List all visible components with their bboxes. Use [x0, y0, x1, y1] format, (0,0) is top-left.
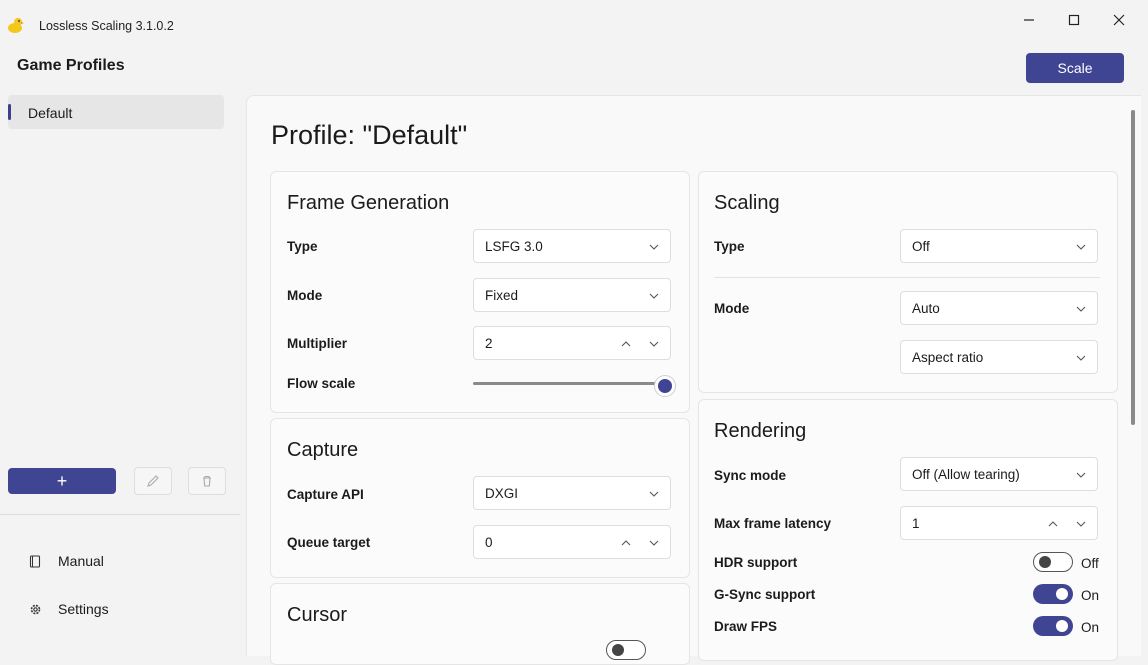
toggle-knob	[1056, 620, 1068, 632]
page-title: Profile: "Default"	[271, 120, 468, 150]
max-frame-latency-value: 1	[912, 516, 920, 531]
nav-manual[interactable]: Manual	[28, 553, 104, 569]
nav-settings-label: Settings	[58, 601, 109, 617]
chevron-down-icon	[1076, 244, 1086, 250]
aspect-ratio-value: Aspect ratio	[912, 350, 984, 365]
capture-api-label: Capture API	[287, 487, 364, 502]
fg-mode-dropdown[interactable]: Fixed	[473, 278, 671, 312]
sidebar-title: Game Profiles	[17, 57, 125, 74]
pencil-icon	[147, 475, 159, 487]
flow-scale-slider-track[interactable]	[473, 382, 661, 385]
chevron-down-icon	[649, 244, 659, 250]
book-icon	[28, 554, 42, 568]
scaling-mode-dropdown[interactable]: Auto	[900, 291, 1098, 325]
scaling-type-label: Type	[714, 239, 745, 254]
chevron-up-icon[interactable]	[1047, 518, 1059, 530]
nav-settings[interactable]: Settings	[28, 601, 109, 617]
fg-type-value: LSFG 3.0	[485, 239, 543, 254]
scaling-mode-label: Mode	[714, 301, 750, 316]
fg-multiplier-label: Multiplier	[287, 336, 347, 351]
sync-mode-label: Sync mode	[714, 468, 787, 483]
toggle-knob	[1056, 588, 1068, 600]
scaling-type-dropdown[interactable]: Off	[900, 229, 1098, 263]
window-title: Lossless Scaling 3.1.0.2	[39, 19, 174, 33]
max-frame-latency-label: Max frame latency	[714, 516, 832, 531]
queue-target-stepper[interactable]: 0	[473, 525, 671, 559]
draw-fps-label: Draw FPS	[714, 619, 778, 634]
toggle-knob	[1039, 556, 1051, 568]
hdr-support-state: Off	[1081, 556, 1099, 571]
fg-multiplier-value: 2	[485, 336, 493, 351]
fg-mode-label: Mode	[287, 288, 323, 303]
vertical-scrollbar[interactable]	[1131, 110, 1135, 425]
scaling-title: Scaling	[714, 192, 780, 214]
toggle-knob	[612, 644, 624, 656]
cursor-toggle[interactable]	[606, 640, 646, 660]
chevron-down-icon[interactable]	[648, 338, 660, 350]
chevron-up-icon[interactable]	[620, 537, 632, 549]
chevron-up-icon[interactable]	[620, 338, 632, 350]
fg-type-dropdown[interactable]: LSFG 3.0	[473, 229, 671, 263]
capture-title: Capture	[287, 439, 359, 461]
duck-icon	[8, 18, 24, 33]
delete-profile-button[interactable]	[188, 467, 226, 495]
fg-mode-value: Fixed	[485, 288, 519, 303]
queue-target-label: Queue target	[287, 535, 371, 550]
draw-fps-toggle[interactable]	[1033, 616, 1073, 636]
sync-mode-value: Off (Allow tearing)	[912, 467, 1020, 482]
trash-icon	[203, 475, 211, 487]
scaling-type-value: Off	[912, 239, 930, 254]
fg-type-label: Type	[287, 239, 318, 254]
maximize-icon	[1068, 14, 1080, 26]
draw-fps-state: On	[1081, 620, 1100, 635]
scale-button[interactable]: Scale	[1026, 53, 1124, 83]
selection-indicator	[8, 104, 11, 120]
chevron-down-icon	[649, 293, 659, 299]
chevron-down-icon	[1076, 472, 1086, 478]
scaling-divider	[714, 277, 1100, 278]
flow-scale-slider-thumb[interactable]	[655, 376, 675, 396]
chevron-down-icon[interactable]	[1075, 518, 1087, 530]
hdr-support-toggle[interactable]	[1033, 552, 1073, 572]
chevron-down-icon	[1076, 355, 1086, 361]
frame-generation-title: Frame Generation	[287, 192, 450, 214]
close-button[interactable]	[1097, 5, 1141, 35]
fg-flow-scale-label: Flow scale	[287, 376, 356, 391]
queue-target-value: 0	[485, 535, 493, 550]
rename-profile-button[interactable]	[134, 467, 172, 495]
gsync-support-label: G-Sync support	[714, 587, 816, 602]
chevron-down-icon[interactable]	[648, 537, 660, 549]
capture-api-value: DXGI	[485, 486, 519, 501]
chevron-down-icon	[649, 491, 659, 497]
gsync-support-toggle[interactable]	[1033, 584, 1073, 604]
gear-icon	[28, 602, 42, 616]
rendering-title: Rendering	[714, 420, 807, 442]
close-icon	[1113, 14, 1125, 26]
max-frame-latency-stepper[interactable]: 1	[900, 506, 1098, 540]
sync-mode-dropdown[interactable]: Off (Allow tearing)	[900, 457, 1098, 491]
profile-item-default[interactable]: Default	[8, 95, 224, 129]
profile-item-label: Default	[28, 105, 73, 121]
scaling-mode-value: Auto	[912, 301, 940, 316]
fg-multiplier-stepper[interactable]: 2	[473, 326, 671, 360]
maximize-button[interactable]	[1052, 5, 1096, 35]
gsync-support-state: On	[1081, 588, 1100, 603]
chevron-down-icon	[1076, 306, 1086, 312]
title-bar: Lossless Scaling 3.1.0.2	[0, 0, 1148, 44]
capture-api-dropdown[interactable]: DXGI	[473, 476, 671, 510]
hdr-support-label: HDR support	[714, 555, 798, 570]
minimize-icon	[1024, 19, 1034, 21]
minimize-button[interactable]	[1007, 5, 1051, 35]
cursor-title: Cursor	[287, 604, 348, 626]
aspect-ratio-dropdown[interactable]: Aspect ratio	[900, 340, 1098, 374]
sidebar-divider	[0, 514, 240, 515]
nav-manual-label: Manual	[58, 553, 104, 569]
add-profile-button[interactable]: +	[8, 468, 116, 494]
